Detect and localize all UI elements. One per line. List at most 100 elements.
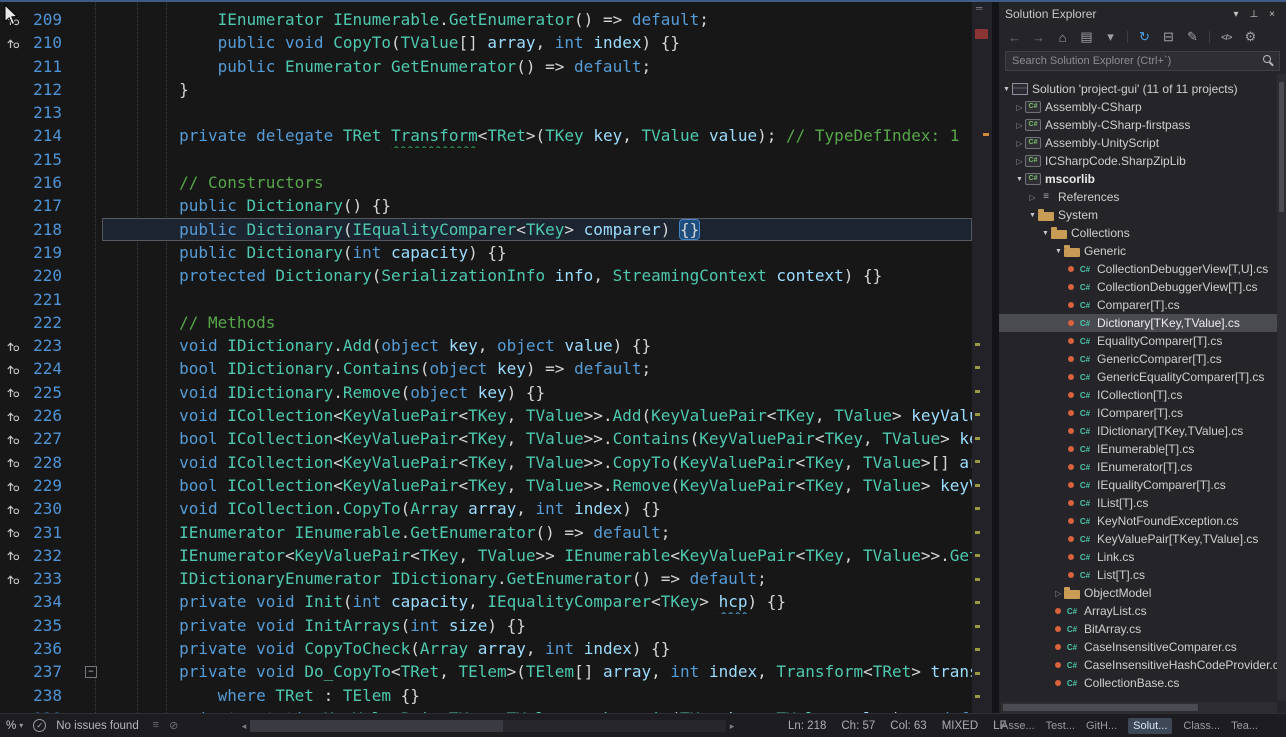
search-input[interactable] [1005, 51, 1280, 71]
column-indicator[interactable]: Col: 63 [890, 720, 926, 732]
glyph-margin[interactable] [0, 451, 26, 474]
code-line[interactable]: 210 public void CopyTo(TValue[] array, i… [0, 31, 972, 54]
tree-item[interactable]: C#CaseInsensitiveHashCodeProvider.cs [999, 656, 1277, 674]
code-text[interactable]: public Enumerator GetEnumerator() => def… [102, 55, 972, 78]
search-icon[interactable] [1263, 55, 1271, 63]
show-all-files-icon[interactable]: ▤ [1079, 29, 1094, 45]
code-text[interactable]: IDictionaryEnumerator IDictionary.GetEnu… [102, 567, 972, 590]
code-line[interactable]: 237− private void Do_CopyTo<TRet, TElem>… [0, 660, 972, 683]
glyph-margin[interactable] [0, 288, 26, 311]
code-text[interactable]: private static KeyValuePair<TKey, TValue… [102, 707, 972, 713]
chevron-expanded-icon[interactable]: ▼ [1053, 248, 1064, 255]
code-text[interactable]: public Dictionary() {} [102, 194, 972, 217]
scrollbar-thumb[interactable] [1003, 704, 1198, 711]
chevron-expanded-icon[interactable]: ▼ [1001, 86, 1012, 93]
line-number[interactable]: 211 [26, 55, 70, 78]
fold-margin[interactable] [84, 334, 102, 357]
code-line[interactable]: 214 private delegate TRet Transform<TRet… [0, 124, 972, 147]
fold-margin[interactable]: − [84, 660, 102, 683]
chevron-collapsed-icon[interactable]: ▷ [1027, 193, 1038, 202]
fold-margin[interactable] [84, 218, 102, 241]
fold-margin[interactable] [84, 194, 102, 217]
line-number[interactable]: 239 [26, 707, 70, 713]
code-line[interactable]: 225 void IDictionary.Remove(object key) … [0, 381, 972, 404]
encoding-indicator[interactable]: MIXED [942, 720, 978, 732]
code-text[interactable]: void ICollection.CopyTo(Array array, int… [102, 497, 972, 520]
editor-scrollbar[interactable]: ═ [972, 2, 992, 713]
glyph-margin[interactable] [0, 55, 26, 78]
glyph-margin[interactable] [0, 264, 26, 287]
tool-window-tab[interactable]: Tea... [1231, 720, 1258, 732]
tree-item[interactable]: ▷C#Assembly-CSharp-firstpass [999, 116, 1277, 134]
code-analysis-icon[interactable]: ≡ [149, 719, 163, 732]
code-line[interactable]: 229 bool ICollection<KeyValuePair<TKey, … [0, 474, 972, 497]
window-position-icon[interactable]: ▾ [1228, 9, 1244, 20]
glyph-margin[interactable] [0, 707, 26, 713]
hscroll-left-arrow-icon[interactable] [238, 721, 250, 732]
view-code-icon[interactable]: </> [1219, 32, 1234, 42]
code-line[interactable]: 213 [0, 101, 972, 124]
fold-margin[interactable] [84, 707, 102, 713]
tree-item[interactable]: ▼Generic [999, 242, 1277, 260]
tree-item[interactable]: C#CaseInsensitiveComparer.cs [999, 638, 1277, 656]
tool-window-tab[interactable]: GitH... [1086, 720, 1117, 732]
code-line[interactable]: 238 where TRet : TElem {} [0, 684, 972, 707]
chevron-collapsed-icon[interactable]: ▷ [1014, 157, 1025, 166]
hscroll-thumb[interactable] [250, 720, 503, 732]
code-text[interactable]: } [102, 78, 972, 101]
editor-horizontal-scrollbar[interactable] [238, 719, 738, 733]
code-line[interactable]: 234 private void Init(int capacity, IEqu… [0, 590, 972, 613]
code-line[interactable]: 209 IEnumerator IEnumerable.GetEnumerato… [0, 8, 972, 31]
code-text[interactable]: bool ICollection<KeyValuePair<TKey, TVal… [102, 427, 972, 450]
tool-window-tab[interactable]: Class... [1183, 720, 1220, 732]
pin-icon[interactable]: ⊥ [1246, 9, 1262, 20]
line-number[interactable]: 227 [26, 427, 70, 450]
line-number[interactable]: 221 [26, 288, 70, 311]
code-line[interactable]: 231 IEnumerator IEnumerable.GetEnumerato… [0, 521, 972, 544]
panel-vertical-scrollbar[interactable] [1277, 74, 1286, 701]
fold-margin[interactable] [84, 497, 102, 520]
code-text[interactable]: // Constructors [102, 171, 972, 194]
code-line[interactable]: 219 public Dictionary(int capacity) {} [0, 241, 972, 264]
line-number[interactable]: 209 [26, 8, 70, 31]
code-line[interactable]: 236 private void CopyToCheck(Array array… [0, 637, 972, 660]
tree-item[interactable]: C#BitArray.cs [999, 620, 1277, 638]
line-number[interactable]: 230 [26, 497, 70, 520]
line-number[interactable]: 217 [26, 194, 70, 217]
code-text[interactable]: protected Dictionary(SerializationInfo i… [102, 264, 972, 287]
code-line[interactable]: 239 private static KeyValuePair<TKey, TV… [0, 707, 972, 713]
glyph-margin[interactable] [0, 497, 26, 520]
pending-edits-icon[interactable]: ✎ [1185, 29, 1200, 45]
tree-item[interactable]: ▼System [999, 206, 1277, 224]
line-number[interactable]: 218 [26, 218, 70, 241]
code-text[interactable]: bool ICollection<KeyValuePair<TKey, TVal… [102, 474, 972, 497]
code-line[interactable]: 218 public Dictionary(IEqualityComparer<… [0, 218, 972, 241]
line-number[interactable]: 228 [26, 451, 70, 474]
fold-margin[interactable] [84, 55, 102, 78]
code-text[interactable]: private void Do_CopyTo<TRet, TElem>(TEle… [102, 660, 972, 683]
tree-item[interactable]: C#List[T].cs [999, 566, 1277, 584]
line-number[interactable]: 213 [26, 101, 70, 124]
glyph-margin[interactable] [0, 357, 26, 380]
tree-item[interactable]: C#IDictionary[TKey,TValue].cs [999, 422, 1277, 440]
line-number[interactable]: 219 [26, 241, 70, 264]
tree-item[interactable]: C#IEqualityComparer[T].cs [999, 476, 1277, 494]
glyph-margin[interactable] [0, 31, 26, 54]
glyph-margin[interactable] [0, 474, 26, 497]
properties-icon[interactable]: ⚙ [1243, 29, 1258, 45]
code-text[interactable]: void ICollection<KeyValuePair<TKey, TVal… [102, 451, 972, 474]
line-number[interactable]: 236 [26, 637, 70, 660]
tree-item[interactable]: C#ArrayList.cs [999, 602, 1277, 620]
code-line[interactable]: 223 void IDictionary.Add(object key, obj… [0, 334, 972, 357]
code-text[interactable]: void ICollection<KeyValuePair<TKey, TVal… [102, 404, 972, 427]
glyph-margin[interactable] [0, 194, 26, 217]
code-text[interactable]: // Methods [102, 311, 972, 334]
panel-horizontal-scrollbar[interactable] [1001, 702, 1277, 713]
tree-item[interactable]: ▷≡References [999, 188, 1277, 206]
line-number[interactable]: 224 [26, 357, 70, 380]
fold-margin[interactable] [84, 311, 102, 334]
line-number[interactable]: 226 [26, 404, 70, 427]
code-line[interactable]: 221 [0, 288, 972, 311]
code-text[interactable]: IEnumerator<KeyValuePair<TKey, TValue>> … [102, 544, 972, 567]
back-icon[interactable]: ← [1007, 30, 1022, 45]
